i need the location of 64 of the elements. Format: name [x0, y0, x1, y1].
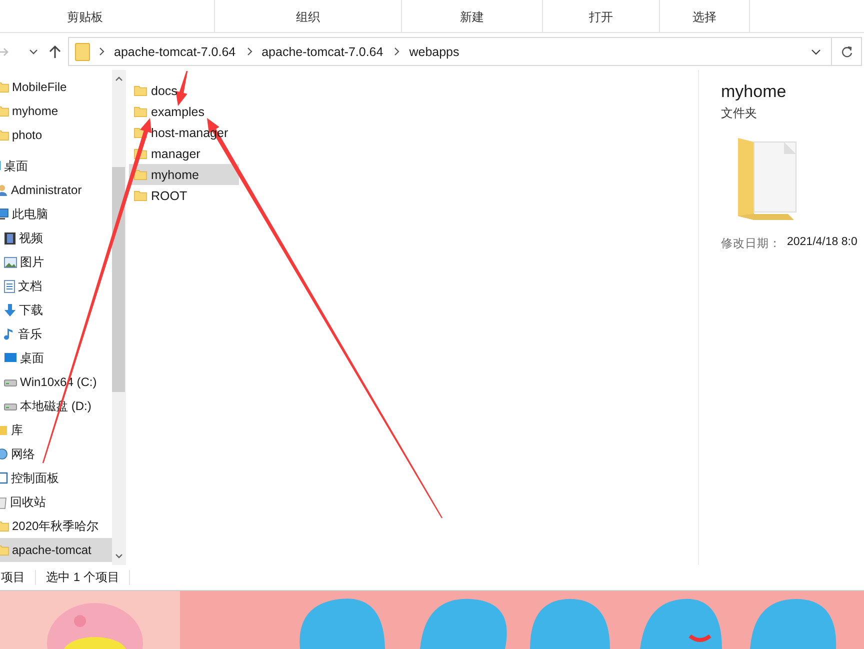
- chevron-icon: [246, 47, 253, 56]
- item-count: 项目: [1, 569, 25, 586]
- annotation-arrow: [176, 70, 188, 106]
- music-icon: [4, 328, 15, 340]
- ribbon-group-label: 选择: [692, 9, 716, 26]
- sidebar-item[interactable]: 网络: [0, 442, 112, 466]
- folder-icon: [134, 188, 147, 203]
- sidebar-item[interactable]: 2020年秋季哈尔: [0, 514, 112, 538]
- sidebar-item[interactable]: photo: [0, 123, 112, 147]
- sidebar-item[interactable]: Administrator: [0, 178, 112, 202]
- chevron-icon: [99, 47, 105, 56]
- sidebar-item[interactable]: MobileFile: [0, 75, 112, 99]
- chevron-icon: [394, 47, 400, 56]
- sidebar-item[interactable]: 此电脑: [0, 202, 112, 226]
- file-item[interactable]: docs: [129, 80, 239, 101]
- forward-arrow-icon: [0, 46, 9, 56]
- breadcrumb[interactable]: apache-tomcat-7.0.64: [114, 44, 236, 58]
- file-item[interactable]: ROOT: [129, 185, 239, 206]
- folder-icon: [134, 167, 147, 182]
- address-bar[interactable]: apache-tomcat-7.0.64 apache-tomcat-7.0.64 webapps: [68, 37, 832, 66]
- sidebar-item[interactable]: 下载: [0, 298, 112, 322]
- scroll-up-icon[interactable]: [114, 76, 122, 81]
- folder-icon: [134, 83, 147, 98]
- folder-icon: [736, 136, 798, 222]
- detail-label: 修改日期：: [721, 236, 781, 251]
- file-item[interactable]: examples: [129, 101, 239, 122]
- up-arrow-icon: [49, 45, 61, 58]
- sidebar-item[interactable]: 桌面: [0, 154, 112, 178]
- chevron-down-icon: [28, 48, 38, 54]
- sidebar-item[interactable]: 桌面: [0, 346, 112, 370]
- file-item[interactable]: myhome: [129, 164, 239, 185]
- details-title: myhome: [721, 82, 788, 102]
- breadcrumb[interactable]: apache-tomcat-7.0.64: [262, 44, 384, 58]
- sidebar-item[interactable]: 控制面板: [0, 466, 112, 490]
- drive-icon: [4, 378, 17, 386]
- selection-count: 选中 1 个项目: [46, 569, 120, 586]
- breadcrumb[interactable]: webapps: [409, 44, 460, 58]
- scroll-down-icon[interactable]: [114, 554, 122, 559]
- sidebar-item[interactable]: 音乐: [0, 322, 112, 346]
- refresh-button[interactable]: [832, 37, 862, 66]
- ribbon-group-label: 新建: [460, 9, 484, 26]
- sidebar-item[interactable]: 图片: [0, 250, 112, 274]
- details-type: 文件夹: [721, 105, 758, 122]
- sidebar-scrollbar[interactable]: [112, 70, 126, 565]
- document-icon: [4, 280, 15, 292]
- download-icon: [4, 304, 16, 316]
- sidebar-item[interactable]: 视频: [0, 226, 112, 250]
- ribbon-group-label: 打开: [589, 9, 613, 26]
- ribbon-group-label: 剪贴板: [67, 9, 103, 26]
- ribbon-group-label: 组织: [296, 9, 320, 26]
- sidebar-item[interactable]: apache-tomcat: [0, 538, 112, 562]
- sidebar-item[interactable]: 库: [0, 418, 112, 442]
- drive-icon: [4, 402, 17, 410]
- folder-icon: [75, 42, 90, 60]
- refresh-icon: [840, 46, 852, 58]
- folder-icon: [134, 104, 147, 119]
- picture-icon: [4, 256, 17, 268]
- sidebar-item[interactable]: 回收站: [0, 490, 112, 514]
- sidebar-item[interactable]: 文档: [0, 274, 112, 298]
- dropdown-icon[interactable]: [811, 48, 821, 54]
- detail-value: 2021/4/18 8:0: [787, 236, 858, 250]
- sidebar-item[interactable]: myhome: [0, 99, 112, 123]
- desktop-icon: [4, 352, 17, 364]
- video-icon: [4, 232, 16, 244]
